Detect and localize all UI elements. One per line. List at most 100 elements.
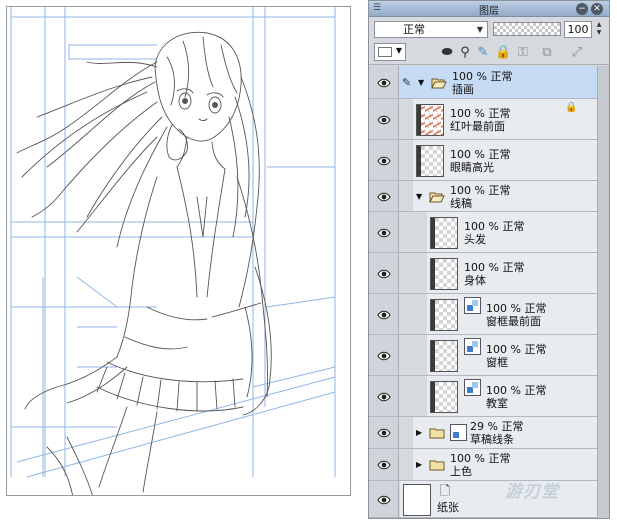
- visibility-eye-icon[interactable]: [377, 392, 391, 402]
- layer-lock-icon[interactable]: 🔒: [565, 102, 577, 113]
- layer-thumbnail: [416, 103, 444, 136]
- layer-label: 100 % 正常 身体: [464, 261, 524, 287]
- collapse-arrow-icon[interactable]: ▼: [418, 78, 424, 87]
- lock-transparent-icon[interactable]: ⬬: [439, 44, 455, 61]
- folder-icon: [429, 459, 445, 471]
- close-icon[interactable]: ✕: [591, 3, 603, 15]
- folder-icon: [431, 77, 447, 89]
- layer-row[interactable]: ▼ 100 % 正常 线稿: [369, 181, 597, 212]
- folder-icon: [429, 191, 445, 203]
- layer-label: 100 % 正常 上色: [450, 452, 510, 478]
- visibility-eye-icon[interactable]: [377, 115, 391, 125]
- window-frame-guides: [10, 7, 336, 478]
- layer-thumbnail: [430, 298, 458, 331]
- layer-label: 100 % 正常 头发: [464, 220, 524, 246]
- visibility-eye-icon[interactable]: [377, 269, 391, 279]
- layer-name: 线稿: [450, 196, 472, 210]
- layer-row[interactable]: 100 % 正常 窗框: [369, 335, 597, 376]
- canvas-artwork: [10, 7, 336, 495]
- layer-label: 100 % 正常 插画: [452, 70, 512, 96]
- mask-icon[interactable]: ⤢: [569, 44, 585, 61]
- layer-name: 教室: [486, 396, 508, 410]
- layer-toolbar: ▼ ⬬ ⚲ ✎ 🔒 ⚿ ⧉ ⤢: [369, 41, 609, 65]
- layer-opacity-mode: 100 % 正常: [450, 183, 511, 197]
- layer-thumbnail: [430, 380, 458, 413]
- vector-layer-icon: [450, 424, 467, 441]
- collapse-arrow-icon[interactable]: ▼: [416, 192, 422, 201]
- layer-color-select[interactable]: ▼: [374, 43, 406, 61]
- visibility-eye-icon[interactable]: [377, 192, 391, 202]
- chevron-down-icon: ▼: [395, 46, 402, 55]
- layer-row[interactable]: ▶ 100 % 正常 上色: [369, 449, 597, 481]
- vector-layer-icon: [464, 379, 481, 396]
- paper-layer-icon: 🗋: [439, 484, 451, 499]
- blend-mode-select[interactable]: 正常 ▼: [374, 21, 488, 38]
- layer-row[interactable]: 100 % 正常 窗框最前面: [369, 294, 597, 335]
- layer-label: 100 % 正常 红叶最前面: [450, 107, 510, 133]
- layer-row[interactable]: 🗋 纸张: [369, 481, 597, 518]
- panel-titlebar[interactable]: ☰ 图层 − ✕: [369, 1, 609, 17]
- ruler-icon[interactable]: ✎: [475, 44, 491, 61]
- layer-opacity-mode: 100 % 正常: [450, 106, 511, 120]
- layer-label: 29 % 正常 草稿线条: [470, 420, 523, 446]
- layer-opacity-mode: 100 % 正常: [486, 301, 547, 315]
- visibility-eye-icon[interactable]: [377, 228, 391, 238]
- layer-opacity-mode: 100 % 正常: [486, 383, 547, 397]
- layer-name: 头发: [464, 232, 486, 246]
- layer-list: ✎ ▼ 100 % 正常 插画 100 % 正常 红叶最前面 🔒 100 % 正常 眼睛高光 ▼ 1…: [369, 66, 609, 518]
- layer-scrollbar[interactable]: [597, 66, 609, 518]
- layer-label: 100 % 正常 眼睛高光: [450, 148, 510, 174]
- clip-icon[interactable]: ⚿: [515, 44, 531, 61]
- visibility-eye-icon[interactable]: [377, 460, 391, 470]
- layer-row[interactable]: 100 % 正常 教室: [369, 376, 597, 417]
- layer-row[interactable]: ▶ 29 % 正常 草稿线条: [369, 417, 597, 449]
- editing-pen-icon: ✎: [402, 76, 412, 89]
- visibility-eye-icon[interactable]: [377, 310, 391, 320]
- visibility-eye-icon[interactable]: [377, 495, 391, 505]
- layer-row[interactable]: 100 % 正常 眼睛高光: [369, 140, 597, 181]
- opacity-slider[interactable]: [493, 22, 561, 36]
- watermark: 游刃堂: [505, 482, 559, 502]
- layer-name: 红叶最前面: [450, 119, 505, 133]
- visibility-eye-icon[interactable]: [377, 156, 391, 166]
- layer-opacity-mode: 100 % 正常: [450, 147, 511, 161]
- vector-layer-icon: [464, 297, 481, 314]
- layer-thumbnail: [430, 216, 458, 249]
- visibility-eye-icon[interactable]: [377, 351, 391, 361]
- drawing-canvas[interactable]: [6, 6, 351, 496]
- layer-row[interactable]: ✎ ▼ 100 % 正常 插画: [369, 66, 597, 99]
- layer-name: 窗框最前面: [486, 314, 541, 328]
- paper-icon[interactable]: ⚲: [457, 44, 473, 61]
- layer-color-swatch: [378, 47, 392, 57]
- reference-icon[interactable]: ⧉: [539, 44, 555, 61]
- layer-opacity-mode: 100 % 正常: [486, 342, 547, 356]
- lock-icon[interactable]: 🔒: [495, 44, 511, 61]
- layer-label: 100 % 正常 教室: [486, 384, 546, 410]
- layer-row[interactable]: 100 % 正常 头发: [369, 212, 597, 253]
- visibility-eye-icon[interactable]: [377, 428, 391, 438]
- layer-thumbnail: [416, 144, 444, 177]
- layer-label: 100 % 正常 窗框: [486, 343, 546, 369]
- layer-row[interactable]: 100 % 正常 红叶最前面 🔒: [369, 99, 597, 140]
- layer-name: 草稿线条: [470, 433, 514, 446]
- paper-thumbnail: [403, 483, 431, 516]
- layer-label: 纸张: [437, 501, 459, 514]
- layer-name: 纸张: [437, 501, 459, 514]
- expand-arrow-icon[interactable]: ▶: [416, 428, 422, 437]
- minimize-icon[interactable]: −: [576, 3, 588, 15]
- layer-opacity-mode: 100 % 正常: [450, 452, 511, 465]
- layer-opacity-mode: 100 % 正常: [464, 260, 525, 274]
- layer-row[interactable]: 100 % 正常 身体: [369, 253, 597, 294]
- panel-title: 图层: [479, 6, 499, 17]
- opacity-spinner[interactable]: ▲ ▼: [593, 21, 605, 38]
- opacity-input[interactable]: 100: [564, 21, 592, 38]
- layer-opacity-mode: 29 % 正常: [470, 420, 524, 433]
- layer-label: 100 % 正常 窗框最前面: [486, 302, 546, 328]
- chevron-down-icon: ▼: [476, 25, 483, 34]
- layer-name: 眼睛高光: [450, 160, 494, 174]
- visibility-eye-icon[interactable]: [377, 78, 391, 88]
- expand-arrow-icon[interactable]: ▶: [416, 460, 422, 469]
- layer-name: 上色: [450, 465, 472, 478]
- folder-icon: [429, 427, 445, 439]
- layer-panel: ☰ 图层 − ✕ 正常 ▼ 100 ▲ ▼ ▼ ⬬ ⚲ ✎ 🔒 ⚿ ⧉ ⤢ ✎ ▼ 1…: [368, 0, 610, 519]
